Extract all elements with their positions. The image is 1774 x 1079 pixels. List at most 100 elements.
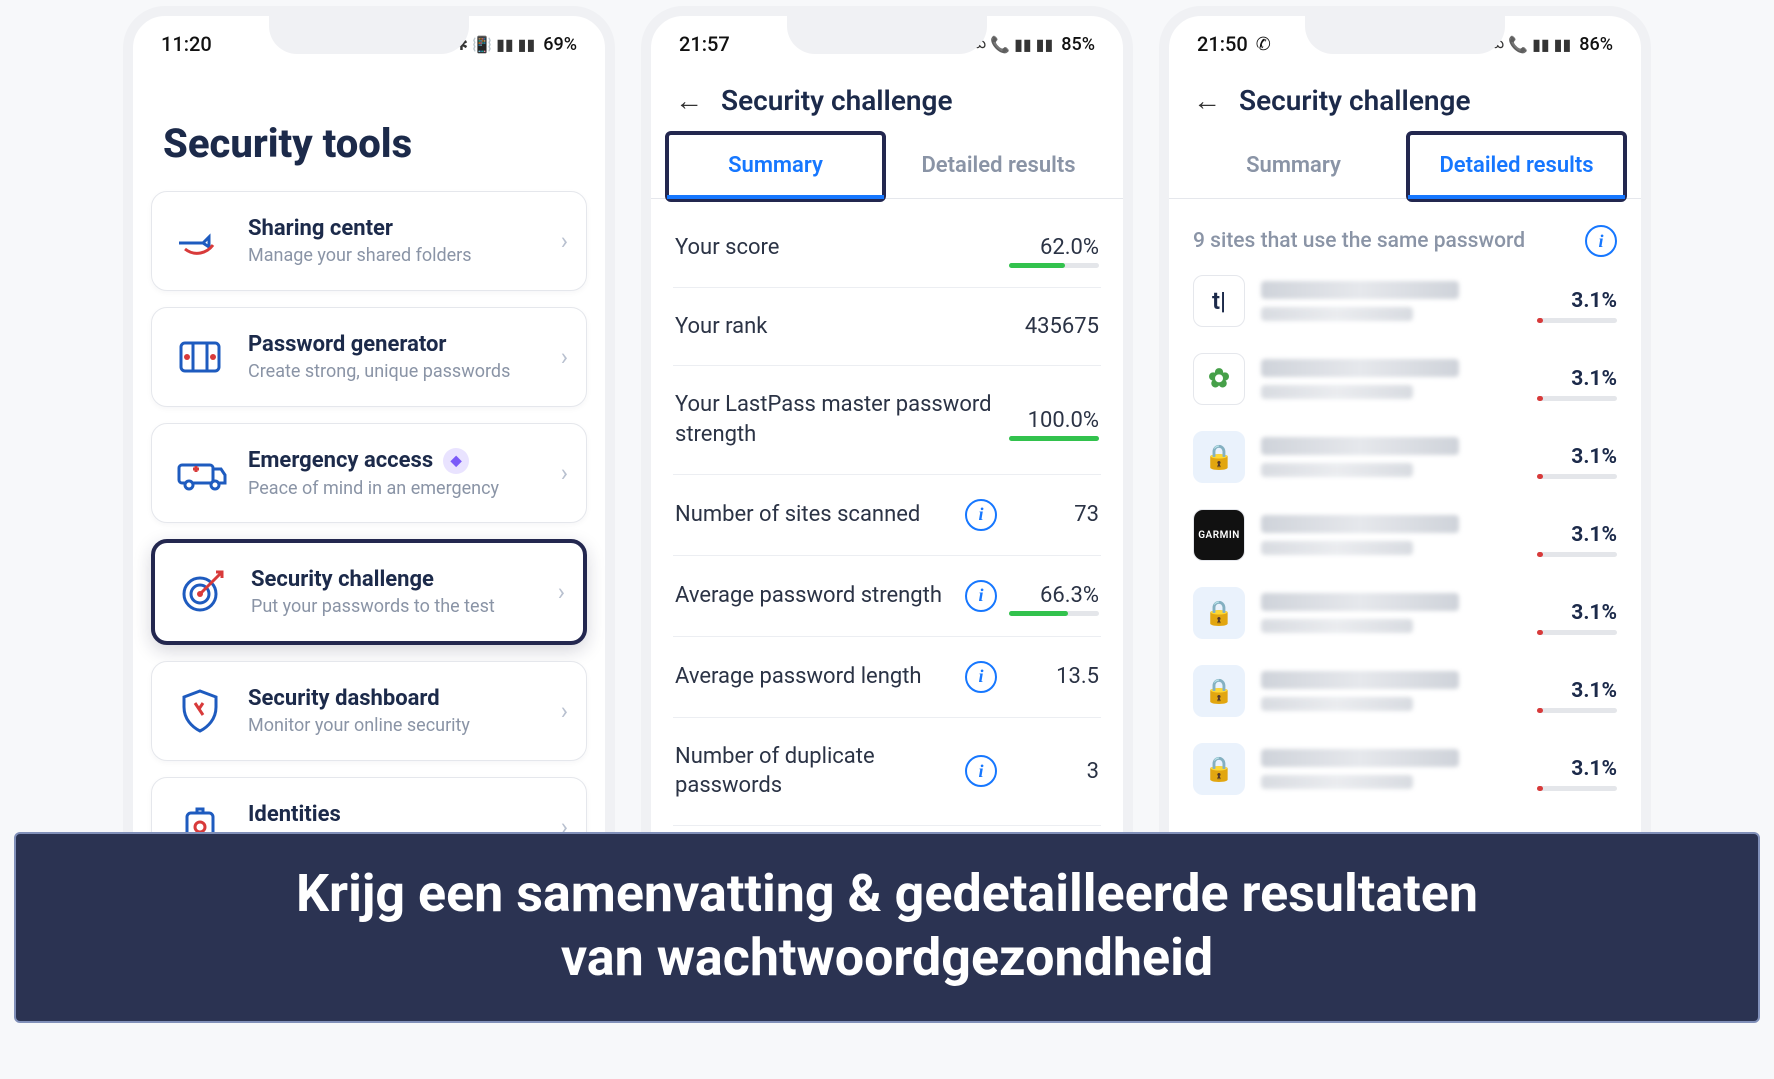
back-arrow-icon[interactable]: ←: [675, 84, 703, 117]
site-item[interactable]: ✿ 3.1%: [1193, 353, 1617, 405]
tool-title: Password generator: [248, 332, 446, 357]
site-item[interactable]: 🔒 3.1%: [1193, 587, 1617, 639]
row-value: 3: [1009, 759, 1099, 784]
tab-detailed-results[interactable]: Detailed results: [892, 135, 1105, 198]
page-title: Security tools: [133, 60, 605, 191]
tool-password-generator[interactable]: Password generator Create strong, unique…: [151, 307, 587, 407]
tool-subtitle: Peace of mind in an emergency: [248, 478, 543, 499]
tool-emergency-access[interactable]: Emergency access ◆ Peace of mind in an e…: [151, 423, 587, 523]
row-label: Your score: [675, 233, 997, 263]
row-value: 100.0%: [1009, 408, 1099, 433]
site-icon-letter: t|: [1193, 275, 1245, 327]
site-redacted-text: [1261, 515, 1515, 555]
phone-detailed-results: 21:50 ✆ ✱ �వ 📞 ▮▮ ▮▮ 86% ← Security chal…: [1159, 6, 1651, 946]
site-percent: 3.1%: [1531, 601, 1617, 625]
status-time: 21:57: [679, 32, 730, 56]
row-label: Number of sites scanned: [675, 500, 953, 530]
app-header: ← Security challenge: [651, 60, 1123, 129]
row-avg-length: Average password length i 13.5: [673, 637, 1101, 718]
tab-summary[interactable]: Summary: [1187, 135, 1400, 198]
site-redacted-text: [1261, 593, 1515, 633]
target-icon: [173, 565, 233, 619]
chevron-right-icon: ›: [561, 697, 568, 725]
info-icon[interactable]: i: [965, 661, 997, 693]
row-your-score: Your score 62.0%: [673, 209, 1101, 288]
caption-line-1: Krijg een samenvatting & gedetailleerde …: [56, 862, 1718, 925]
list-title: 9 sites that use the same password: [1193, 229, 1525, 253]
status-time: 11:20: [161, 32, 212, 56]
chevron-right-icon: ›: [561, 459, 568, 487]
site-item[interactable]: 🔒 3.1%: [1193, 431, 1617, 483]
site-percent: 3.1%: [1531, 757, 1617, 781]
shield-icon: [170, 684, 230, 738]
phone-notch: [1305, 10, 1505, 54]
site-percent: 3.1%: [1531, 523, 1617, 547]
duplicate-sites-list[interactable]: t| 3.1% ✿ 3.1% 🔒 3.1% GARMIN 3.1% 🔒: [1169, 275, 1641, 795]
site-redacted-text: [1261, 671, 1515, 711]
signal-icon: ▮▮: [1554, 35, 1572, 54]
row-value: 435675: [1009, 314, 1099, 339]
caption-banner: Krijg een samenvatting & gedetailleerde …: [14, 832, 1760, 1023]
tab-summary[interactable]: Summary: [669, 135, 882, 198]
whatsapp-icon: ✆: [1256, 34, 1271, 55]
row-value: 66.3%: [1009, 583, 1099, 608]
back-arrow-icon[interactable]: ←: [1193, 84, 1221, 117]
info-icon[interactable]: i: [965, 580, 997, 612]
row-value: 73: [1009, 502, 1099, 527]
caption-line-2: van wachtwoordgezondheid: [56, 926, 1718, 989]
phone-notch: [269, 10, 469, 54]
signal-icon: ▮▮: [1532, 35, 1550, 54]
tool-security-dashboard[interactable]: Security dashboard Monitor your online s…: [151, 661, 587, 761]
tool-title: Identities: [248, 802, 341, 827]
tab-detailed-results[interactable]: Detailed results: [1410, 135, 1623, 198]
lock-icon: 🔒: [1193, 431, 1245, 483]
site-redacted-text: [1261, 281, 1515, 321]
info-icon[interactable]: i: [965, 499, 997, 531]
summary-rows: Your score 62.0% Your rank 435675 Your L…: [651, 199, 1123, 880]
tool-subtitle: Put your passwords to the test: [251, 596, 540, 617]
header-title: Security challenge: [1239, 84, 1471, 117]
site-item[interactable]: GARMIN 3.1%: [1193, 509, 1617, 561]
status-battery: 69%: [543, 34, 577, 55]
site-percent: 3.1%: [1531, 289, 1617, 313]
tabs: Summary Detailed results: [1169, 129, 1641, 199]
info-icon[interactable]: i: [965, 755, 997, 787]
vibrate-icon: 📳: [472, 35, 492, 54]
tool-subtitle: Monitor your online security: [248, 715, 543, 736]
site-percent: 3.1%: [1531, 367, 1617, 391]
row-label: Number of duplicate passwords: [675, 742, 953, 801]
site-redacted-text: [1261, 749, 1515, 789]
detailed-list-header: 9 sites that use the same password i: [1169, 199, 1641, 275]
row-label: Your LastPass master password strength: [675, 390, 997, 449]
tool-subtitle: Create strong, unique passwords: [248, 361, 543, 382]
chevron-right-icon: ›: [561, 227, 568, 255]
site-percent: 3.1%: [1531, 679, 1617, 703]
row-value: 62.0%: [1009, 235, 1099, 260]
tool-subtitle: Manage your shared folders: [248, 245, 543, 266]
sharing-icon: [170, 214, 230, 268]
garmin-icon: GARMIN: [1193, 509, 1245, 561]
site-item[interactable]: t| 3.1%: [1193, 275, 1617, 327]
site-redacted-text: [1261, 437, 1515, 477]
signal-icon: ▮▮: [1036, 35, 1054, 54]
tool-title: Security dashboard: [248, 686, 440, 711]
site-item[interactable]: 🔒 3.1%: [1193, 743, 1617, 795]
site-item[interactable]: 🔒 3.1%: [1193, 665, 1617, 717]
tool-title: Security challenge: [251, 567, 434, 592]
security-tools-list: Sharing center Manage your shared folder…: [133, 191, 605, 877]
tool-security-challenge[interactable]: Security challenge Put your passwords to…: [151, 539, 587, 645]
row-your-rank: Your rank 435675: [673, 288, 1101, 367]
tool-sharing-center[interactable]: Sharing center Manage your shared folder…: [151, 191, 587, 291]
chevron-right-icon: ›: [561, 343, 568, 371]
status-battery: 85%: [1061, 34, 1095, 55]
info-icon[interactable]: i: [1585, 225, 1617, 257]
row-value: 13.5: [1009, 664, 1099, 689]
volte-icon: 📞: [990, 35, 1010, 54]
row-label: Your rank: [675, 312, 997, 342]
generator-icon: [170, 330, 230, 384]
row-avg-strength: Average password strength i 66.3%: [673, 556, 1101, 637]
status-battery: 86%: [1579, 34, 1613, 55]
row-sites-scanned: Number of sites scanned i 73: [673, 475, 1101, 556]
ambulance-icon: [170, 446, 230, 500]
app-header: ← Security challenge: [1169, 60, 1641, 129]
